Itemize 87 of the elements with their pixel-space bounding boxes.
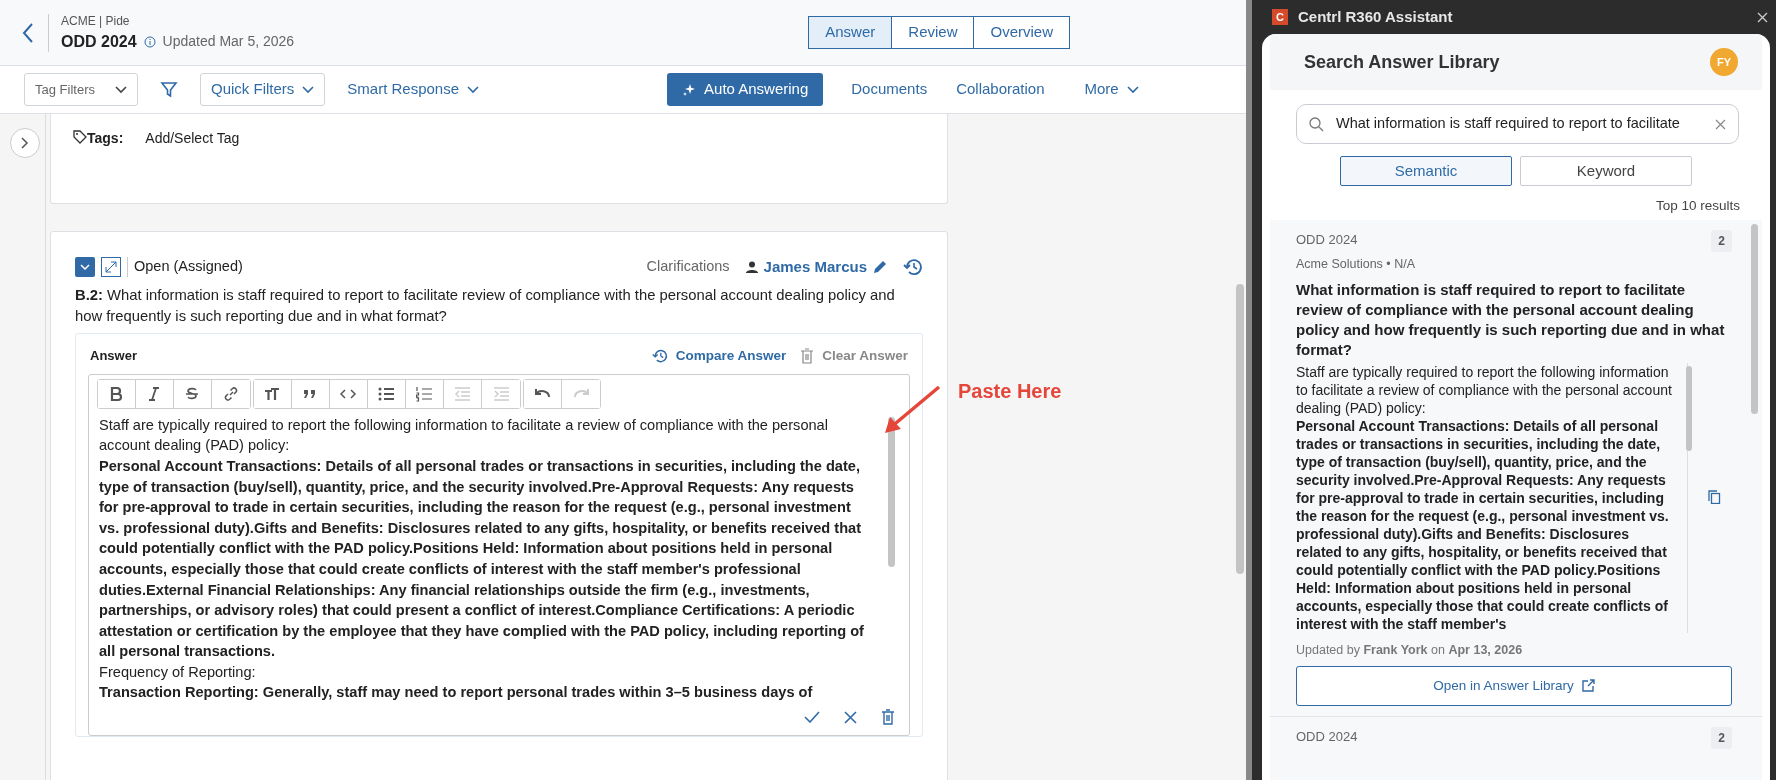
expand-panel-button[interactable] bbox=[10, 128, 40, 158]
copy-icon[interactable] bbox=[1708, 490, 1721, 504]
view-tab[interactable]: Answer bbox=[808, 16, 893, 49]
answer-paragraph: Staff are typically required to report the following information to facilitate a review of compliance with the personal account dealing (PAD) policy: bbox=[1296, 363, 1673, 417]
result-question: What information is staff required to report to facilitate review of compliance with the personal account dealing policy and how frequently is such reporting due and in what format? bbox=[1296, 280, 1726, 360]
strike-icon bbox=[184, 385, 201, 402]
answer-paragraph: Personal Account Transactions: Details of all personal trades or transactions in securities, including the date, type of transaction (buy/sell), quantity, price, and the security involved.Pre-Approval Requests: Any requests for pre-approval to trade in certain securities, including the reason for the request (e.g., personal investment vs. professional duty).Gifts and Benefits: Disclosures related to any gifts, hospitality, or benefits received that could potentially conflict with the PAD policy.Positions Held: Information about positions held in personal accounts, especially those that could create conflicts of interest with the staff member's bbox=[1296, 417, 1670, 633]
collapse-button[interactable] bbox=[75, 257, 95, 278]
bold-button[interactable] bbox=[98, 379, 136, 408]
tag-icon bbox=[73, 130, 87, 144]
expand-icon[interactable] bbox=[101, 257, 121, 278]
heading-button[interactable] bbox=[254, 379, 292, 408]
compare-answer-link[interactable]: Compare Answer bbox=[675, 345, 787, 366]
results-count: Top 10 results bbox=[1655, 197, 1740, 215]
chevron-down-icon bbox=[467, 85, 480, 94]
result-meta: Acme Solutions • N/A bbox=[1296, 256, 1416, 274]
result-count-badge: 2 bbox=[1711, 726, 1732, 749]
scrollbar[interactable] bbox=[888, 416, 895, 567]
bullets-icon bbox=[378, 385, 395, 402]
view-tab[interactable]: Overview bbox=[973, 16, 1070, 49]
bold-icon bbox=[108, 385, 125, 402]
result-source: ODD 2024 bbox=[1296, 231, 1358, 250]
smart-response-dropdown[interactable]: Smart Response bbox=[347, 78, 480, 101]
answer-label: Answer bbox=[90, 346, 137, 365]
search-mode-toggle[interactable]: Keyword bbox=[1520, 156, 1692, 186]
clear-answer-link[interactable]: Clear Answer bbox=[822, 345, 908, 366]
answer-paragraph: Staff are typically required to report the following information to facilitate a review of compliance with the personal account dealing (PAD) policy: bbox=[99, 415, 829, 456]
page-title: ODD 2024 bbox=[61, 31, 137, 52]
answer-paragraph: Transaction Reporting: Generally, staff may need to report personal trades within 3–5 business days of bbox=[99, 683, 814, 703]
trash-icon[interactable] bbox=[881, 709, 895, 726]
indent-icon bbox=[492, 385, 510, 402]
search-field[interactable]: What information is staff required to report to facilitate bbox=[1296, 104, 1739, 144]
scrollbar[interactable] bbox=[1236, 284, 1244, 574]
nav-link[interactable]: Documents bbox=[851, 78, 928, 101]
answer-paragraph: Personal Account Transactions: Details of all personal trades or transactions in securities, including the date, type of transaction (buy/sell), quantity, price, and the security involved.Pre-Approval Requests: Any requests for pre-approval to trade in certain securities, including the reason for the request (e.g., personal investment vs. professional duty).Gifts and Benefits: Disclosures related to any gifts, hospitality, or benefits received that could potentially conflict with the PAD policy.Positions Held: Information about positions held in personal accounts, especially those that could create conflicts of interest with the staff member's professional duties.External Financial Relationships: Any financial relationships outside the firm (e.g., investments, partnerships, or advisory roles) that could present a conflict of interest.Compliance Certifications: A periodic attestation or certification by the employee that they have complied with the PAD policy, including reporting of all personal transactions. bbox=[99, 456, 865, 662]
search-icon bbox=[1309, 116, 1324, 132]
search-mode-toggle[interactable]: Semantic bbox=[1340, 156, 1512, 186]
clarifications-link[interactable]: Clarifications bbox=[646, 256, 730, 279]
question-text: B.2: What information is staff required to report to facilitate review of compliance with the personal account dealing policy and how frequently is such reporting due and in what format? bbox=[75, 285, 896, 326]
view-tab[interactable]: Review bbox=[891, 16, 975, 49]
heading-icon bbox=[264, 385, 281, 402]
undo-button[interactable] bbox=[524, 379, 562, 408]
history-icon[interactable] bbox=[651, 347, 668, 364]
open-in-library-button[interactable]: Open in Answer Library bbox=[1296, 665, 1732, 706]
quick-filters-dropdown[interactable]: Quick Filters bbox=[199, 73, 326, 106]
filter-icon[interactable] bbox=[159, 80, 178, 99]
answer-editor[interactable] bbox=[88, 373, 910, 737]
updated-date: Updated Mar 5, 2026 bbox=[162, 32, 295, 51]
annotation-text: Paste Here bbox=[958, 379, 1062, 404]
nav-link[interactable]: Collaboration bbox=[956, 78, 1045, 101]
clear-icon[interactable] bbox=[1715, 118, 1726, 130]
chevron-down-icon bbox=[1126, 85, 1139, 94]
back-icon[interactable] bbox=[22, 21, 34, 44]
more-dropdown[interactable]: More bbox=[1084, 78, 1139, 101]
app-logo: C bbox=[1272, 9, 1288, 25]
breadcrumb: ACME | Pide bbox=[61, 12, 131, 30]
chevron-down-icon bbox=[302, 85, 315, 94]
scrollbar[interactable] bbox=[1686, 366, 1692, 451]
person-icon bbox=[745, 261, 758, 274]
assignee-name[interactable]: James Marcus bbox=[763, 256, 867, 279]
annotation-arrow bbox=[882, 384, 942, 436]
answer-paragraph: Frequency of Reporting: bbox=[99, 662, 257, 682]
history-icon[interactable] bbox=[903, 257, 923, 278]
close-icon[interactable] bbox=[844, 710, 857, 724]
chevron-down-icon bbox=[80, 264, 90, 271]
panel-heading: Search Answer Library bbox=[1304, 50, 1500, 74]
numbers-icon bbox=[416, 385, 433, 402]
auto-answering-button[interactable]: Auto Answering bbox=[667, 73, 824, 106]
external-link-icon bbox=[1581, 679, 1595, 693]
window-title: Centrl R360 Assistant bbox=[1298, 6, 1453, 27]
search-input[interactable]: What information is staff required to report to facilitate bbox=[1334, 112, 1705, 136]
status-text: Open (Assigned) bbox=[134, 257, 243, 277]
link-icon bbox=[222, 385, 240, 402]
updated-by-text: Updated by Frank York on Apr 13, 2026 bbox=[1296, 642, 1524, 659]
scrollbar[interactable] bbox=[1751, 224, 1758, 415]
outdent-icon bbox=[454, 385, 471, 402]
tags-label: Tags: bbox=[87, 129, 124, 148]
check-icon[interactable] bbox=[804, 711, 820, 724]
result-source: ODD 2024 bbox=[1296, 727, 1358, 746]
info-icon[interactable] bbox=[143, 35, 156, 48]
chevron-right-icon bbox=[21, 137, 29, 149]
chevron-down-icon bbox=[114, 85, 127, 94]
trash-icon[interactable] bbox=[800, 347, 815, 364]
pencil-icon[interactable] bbox=[873, 260, 887, 275]
result-count-badge: 2 bbox=[1711, 230, 1732, 253]
add-tag-link[interactable]: Add/Select Tag bbox=[145, 128, 240, 149]
tag-filters-dropdown[interactable]: Tag Filters bbox=[24, 73, 138, 106]
